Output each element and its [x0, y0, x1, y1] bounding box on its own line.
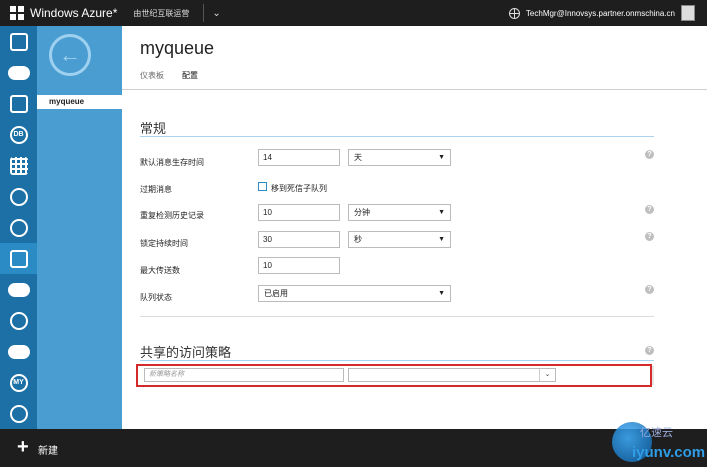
rail-item-cloud-upload[interactable]	[0, 336, 37, 367]
back-arrow-icon[interactable]: ←	[49, 34, 91, 76]
tab-configure[interactable]: 配置	[182, 70, 198, 81]
cloud-weather-icon	[7, 282, 30, 297]
help-icon[interactable]: ?	[645, 150, 654, 159]
media-services-icon	[9, 218, 28, 237]
dropdown-arrow-icon: ▼	[438, 209, 445, 216]
help-icon[interactable]: ?	[645, 285, 654, 294]
dup-detect-label: 重复检测历史记录	[140, 211, 204, 220]
windows-logo-icon	[10, 6, 24, 20]
help-icon[interactable]: ?	[645, 346, 654, 355]
max-delivery-input[interactable]: 10	[258, 257, 340, 274]
divider	[203, 4, 205, 22]
dup-detect-value-input[interactable]: 10	[258, 204, 340, 221]
section-divider	[140, 360, 654, 361]
queue-state-select[interactable]: 已启用 ▼	[258, 285, 451, 302]
ttl-unit-value: 天	[354, 153, 362, 162]
documents-icon	[9, 94, 28, 113]
lock-duration-value-input[interactable]: 30	[258, 231, 340, 248]
section-divider	[140, 136, 654, 137]
brand-title: Windows Azure*	[30, 6, 118, 20]
gear-services-icon	[9, 311, 28, 330]
top-bar: Windows Azure* 由世纪互联运营 ⌄ TechMgr@Innovsy…	[0, 0, 707, 26]
rail-item-sql[interactable]: DB	[0, 119, 37, 150]
service-rail: DB MY	[0, 26, 37, 429]
plus-icon[interactable]: +	[17, 437, 29, 457]
service-bus-icon	[9, 249, 28, 268]
queue-state-value: 已启用	[264, 289, 288, 298]
subnav-item-myqueue[interactable]: myqueue	[37, 95, 122, 109]
divider	[140, 316, 654, 317]
hdinsight-elephant-icon	[9, 187, 28, 206]
tab-dashboard[interactable]: 仪表板	[140, 70, 164, 81]
rail-item-cloud-services[interactable]	[0, 57, 37, 88]
globe-icon[interactable]	[508, 7, 520, 19]
rail-item-documents[interactable]	[0, 88, 37, 119]
avatar[interactable]	[681, 5, 695, 21]
watermark-logo: 亿速云 iyunv.com	[612, 418, 705, 464]
policy-permission-select[interactable]: ⌄	[348, 368, 556, 382]
rail-item-mobile[interactable]	[0, 26, 37, 57]
lock-duration-unit-value: 秒	[354, 235, 362, 244]
max-delivery-label: 最大传送数	[140, 266, 180, 275]
dead-letter-checkbox[interactable]	[258, 182, 267, 191]
section-title-general: 常规	[140, 121, 167, 136]
rail-item-service-bus[interactable]	[0, 243, 37, 274]
dead-letter-checkbox-label: 移到死信子队列	[271, 184, 327, 193]
watermark-text: iyunv.com	[632, 444, 706, 461]
storage-table-icon	[9, 156, 28, 175]
dup-detect-unit-value: 分钟	[354, 208, 370, 217]
page-title: myqueue	[140, 38, 215, 58]
mobile-services-icon	[9, 32, 28, 51]
clock-icon	[9, 404, 28, 423]
divider	[122, 89, 707, 90]
ttl-value-input[interactable]: 14	[258, 149, 340, 166]
tab-bar: 仪表板 配置	[140, 70, 198, 81]
rail-item-storage[interactable]	[0, 150, 37, 181]
lock-duration-unit-select[interactable]: 秒 ▼	[348, 231, 451, 248]
command-bar: + 新建	[0, 429, 707, 467]
chevron-down-icon[interactable]: ⌄	[212, 8, 220, 19]
sql-database-icon: DB	[9, 125, 28, 144]
cloud-services-icon	[7, 65, 30, 80]
rail-item-media[interactable]	[0, 212, 37, 243]
rail-item-cloud-weather[interactable]	[0, 274, 37, 305]
dup-detect-unit-select[interactable]: 分钟 ▼	[348, 204, 451, 221]
user-account[interactable]: TechMgr@Innovsys.partner.onmschina.cn	[526, 9, 675, 18]
rail-item-gear[interactable]	[0, 305, 37, 336]
ttl-unit-select[interactable]: 天 ▼	[348, 149, 451, 166]
sub-navigation	[37, 26, 122, 429]
new-button[interactable]: 新建	[38, 442, 58, 457]
queue-state-label: 队列状态	[140, 293, 172, 302]
dropdown-arrow-icon: ▼	[438, 236, 445, 243]
watermark-top-text: 亿速云	[640, 427, 673, 439]
dropdown-arrow-icon: ▼	[438, 290, 445, 297]
help-icon[interactable]: ?	[645, 205, 654, 214]
rail-item-hdinsight[interactable]	[0, 181, 37, 212]
ttl-label: 默认消息生存时间	[140, 158, 204, 167]
lock-duration-label: 锁定持续时间	[140, 239, 188, 248]
section-title-access-policy: 共享的访问策略	[140, 345, 232, 360]
rail-item-mysql[interactable]: MY	[0, 367, 37, 398]
help-icon[interactable]: ?	[645, 232, 654, 241]
expired-label: 过期消息	[140, 185, 172, 194]
policy-name-input[interactable]: 新策略名称	[144, 368, 344, 382]
dropdown-arrow-icon: ▼	[438, 154, 445, 161]
mysql-icon: MY	[9, 373, 28, 392]
rail-item-clock[interactable]	[0, 398, 37, 429]
chevron-down-icon: ⌄	[539, 369, 555, 381]
operator-label: 由世纪互联运营	[133, 8, 190, 18]
cloud-upload-icon	[7, 344, 30, 359]
